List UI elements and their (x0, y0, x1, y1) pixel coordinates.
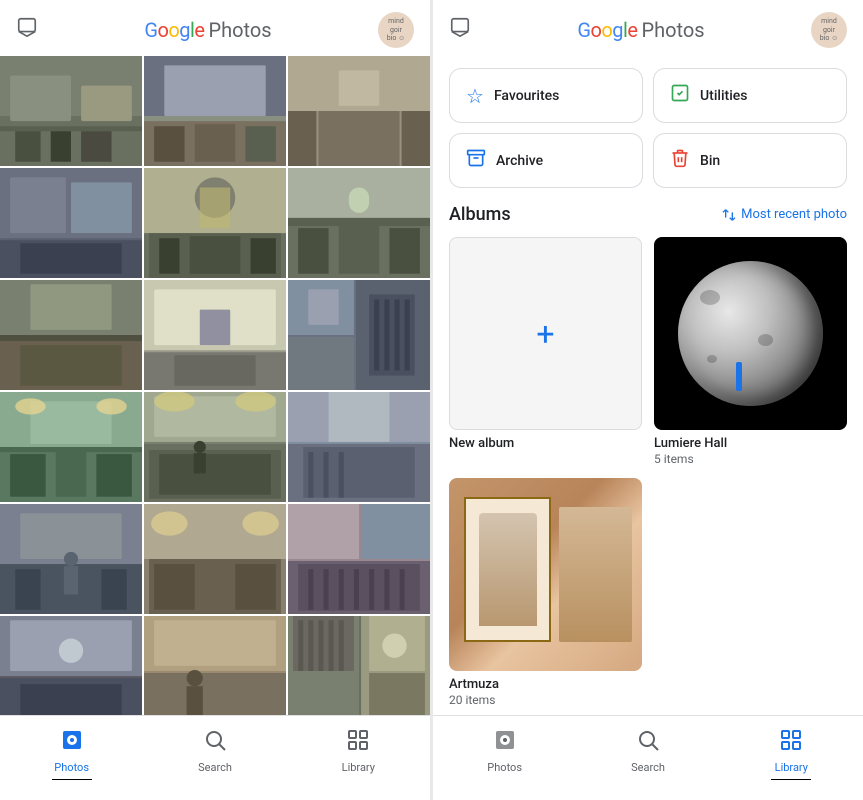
nav-photos[interactable]: Photos (0, 724, 143, 784)
albums-title: Albums (449, 204, 511, 225)
photo-cell[interactable] (288, 504, 430, 614)
nav-search-label: Search (198, 761, 232, 774)
utilities-icon (670, 83, 690, 108)
bin-button[interactable]: Bin (653, 133, 847, 188)
photo-cell[interactable] (288, 280, 430, 390)
photos-icon-right (493, 728, 517, 758)
lumiere-hall-card[interactable]: Lumiere Hall 5 items (654, 237, 847, 466)
nav-indicator (52, 779, 92, 780)
app-logo: Google Photos (144, 18, 271, 42)
photo-cell[interactable] (144, 168, 286, 278)
archive-icon (466, 148, 486, 173)
nav-library[interactable]: Library (287, 724, 430, 784)
photo-cell[interactable] (0, 504, 142, 614)
grid-row (0, 616, 430, 715)
favourites-button[interactable]: ☆ Favourites (449, 68, 643, 123)
grid-row (0, 392, 430, 502)
nav-library-label: Library (342, 761, 375, 774)
lumiere-hall-thumb (654, 237, 847, 430)
lumiere-hall-count: 5 items (654, 452, 847, 466)
nav-photos-label-right: Photos (487, 761, 522, 774)
new-album-name: New album (449, 436, 642, 451)
library-icon-right (779, 728, 803, 758)
library-icon (346, 728, 370, 758)
bin-label: Bin (700, 153, 720, 169)
app-logo-right: Google Photos (577, 18, 704, 42)
nav-search[interactable]: Search (143, 724, 286, 784)
sort-icon (721, 207, 737, 223)
photos-icon (60, 728, 84, 758)
left-header: Google Photos mindgoirbio ☺ (0, 0, 430, 56)
favourites-label: Favourites (494, 88, 559, 104)
library-content: ☆ Favourites Utilities (433, 56, 863, 715)
nav-search-right[interactable]: Search (576, 724, 719, 784)
grid-row (0, 168, 430, 278)
grid-row (0, 504, 430, 614)
left-screen: Google Photos mindgoirbio ☺ (0, 0, 430, 800)
avatar-right[interactable]: mindgoirbio ☺ (811, 12, 847, 48)
grid-row (0, 56, 430, 166)
bin-icon (670, 148, 690, 173)
nav-library-right[interactable]: Library (720, 724, 863, 784)
most-recent-label: Most recent photo (741, 207, 847, 222)
utilities-label: Utilities (700, 88, 747, 104)
albums-grid: + New album (449, 237, 847, 707)
left-bottom-nav: Photos Search (0, 715, 430, 800)
search-icon-right (636, 728, 660, 758)
moon-graphic (678, 261, 823, 406)
plus-icon: + (536, 315, 554, 353)
photo-cell[interactable] (0, 616, 142, 715)
nav-indicator-right (771, 779, 811, 780)
right-header: Google Photos mindgoirbio ☺ (433, 0, 863, 56)
search-icon (203, 728, 227, 758)
albums-section-header: Albums Most recent photo (449, 204, 847, 225)
message-icon[interactable] (16, 16, 38, 44)
lumiere-hall-name: Lumiere Hall (654, 436, 847, 451)
quick-actions: ☆ Favourites Utilities (449, 68, 847, 188)
artmuza-card[interactable]: Artmuza 20 items (449, 478, 642, 707)
archive-label: Archive (496, 153, 543, 169)
photo-cell[interactable] (288, 168, 430, 278)
artmuza-name: Artmuza (449, 677, 642, 692)
new-album-card[interactable]: + New album (449, 237, 642, 466)
nav-photos-right[interactable]: Photos (433, 724, 576, 784)
photo-cell[interactable] (0, 280, 142, 390)
photo-cell[interactable] (144, 392, 286, 502)
photo-cell[interactable] (288, 56, 430, 166)
grid-row (0, 280, 430, 390)
photo-cell[interactable] (0, 392, 142, 502)
nav-search-label-right: Search (631, 761, 665, 774)
photo-cell[interactable] (144, 616, 286, 715)
screens-container: Google Photos mindgoirbio ☺ (0, 0, 863, 800)
utilities-button[interactable]: Utilities (653, 68, 847, 123)
artmuza-thumb (449, 478, 642, 671)
most-recent-link[interactable]: Most recent photo (721, 207, 847, 223)
right-screen: Google Photos mindgoirbio ☺ ☆ Favourites (433, 0, 863, 800)
right-bottom-nav: Photos Search (433, 715, 863, 800)
archive-button[interactable]: Archive (449, 133, 643, 188)
message-icon-right[interactable] (449, 16, 471, 44)
artmuza-count: 20 items (449, 693, 642, 707)
photo-cell[interactable] (144, 56, 286, 166)
photo-grid (0, 56, 430, 715)
new-album-thumb: + (449, 237, 642, 430)
avatar[interactable]: mindgoirbio ☺ (378, 12, 414, 48)
nav-library-label-right: Library (775, 761, 808, 774)
photo-cell[interactable] (0, 168, 142, 278)
photo-cell[interactable] (288, 616, 430, 715)
photo-cell[interactable] (288, 392, 430, 502)
photo-cell[interactable] (144, 504, 286, 614)
nav-photos-label: Photos (54, 761, 89, 774)
star-icon: ☆ (466, 84, 484, 108)
photo-cell[interactable] (0, 56, 142, 166)
photo-cell[interactable] (144, 280, 286, 390)
